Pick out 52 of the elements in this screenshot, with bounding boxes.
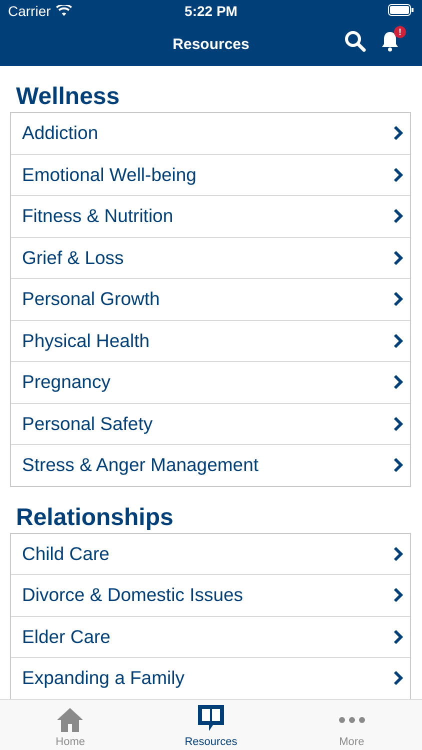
list-row[interactable]: Pregnancy [11,361,410,402]
chevron-icon [393,208,404,224]
carrier-name: Carrier [8,3,51,19]
chevron-icon [393,291,404,308]
clock-time: 5:22 PM [184,3,238,19]
list-row[interactable]: Physical Health [11,320,410,361]
section-heading: Wellness [16,82,121,112]
list-row[interactable]: Child Care [11,534,410,574]
chevron-icon [393,374,404,390]
screen-title: Resources [172,36,250,52]
list-row[interactable]: Elder Care [11,616,410,657]
list-row[interactable]: Personal Safety [11,402,410,444]
chevron-icon [393,125,404,142]
row-label: Child Care [22,542,110,565]
row-label: Personal Safety [22,412,153,435]
list-row[interactable]: Divorce & Domestic Issues [11,574,410,616]
book-icon [196,703,226,733]
chevron-icon [393,587,404,604]
row-label: Personal Growth [22,288,160,310]
chevron-icon [393,250,404,266]
row-label: Grief & Loss [22,246,124,269]
list-row[interactable]: Stress & Anger Management [11,444,410,486]
row-label: Addiction [22,122,98,144]
chevron-icon [393,670,404,686]
row-label: Physical Health [22,330,150,352]
row-label: Stress & Anger Management [22,454,259,476]
bell-icon[interactable] [380,30,400,52]
list-row[interactable]: Personal Growth [11,278,410,320]
chevron-icon [393,166,404,183]
chevron-icon [393,546,404,562]
notification-badge: ! [394,26,406,38]
search-icon[interactable] [344,30,366,52]
tab-bar-item[interactable]: Resources [140,700,282,750]
row-label: Emotional Well-being [22,164,196,186]
house-icon [56,707,84,733]
row-label: Pregnancy [22,371,110,394]
more-icon [338,717,365,723]
section-heading: Relationships [16,502,174,532]
wifi-icon [56,5,72,17]
chevron-icon [393,457,404,474]
chevron-icon [393,332,404,349]
row-label: Expanding a Family [22,667,184,690]
row-label: Divorce & Domestic Issues [22,584,244,606]
chevron-icon [393,628,404,645]
list-row[interactable]: Addiction [11,113,410,154]
row-label: Elder Care [22,626,110,648]
list-row[interactable]: Emotional Well-being [11,154,410,195]
chevron-icon [393,416,404,432]
battery-icon [388,4,414,16]
row-label: Fitness & Nutrition [22,205,174,228]
list-row[interactable]: Fitness & Nutrition [11,195,410,236]
list-row[interactable]: Grief & Loss [11,236,410,278]
